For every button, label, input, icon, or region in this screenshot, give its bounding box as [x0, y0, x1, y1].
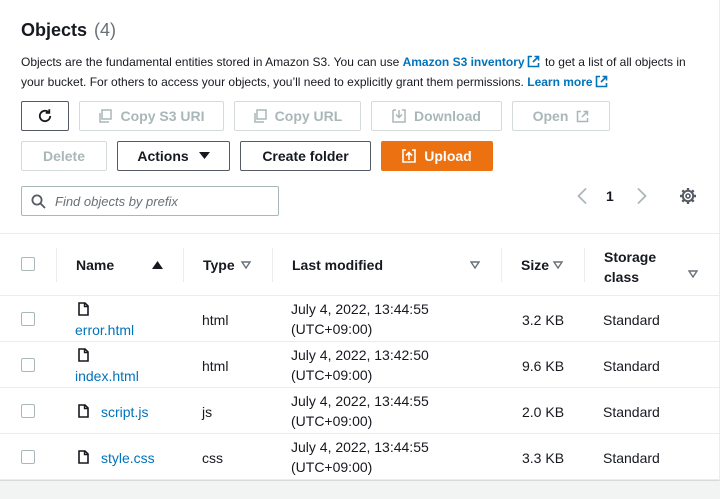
inventory-link[interactable]: Amazon S3 inventory: [403, 55, 525, 69]
search-icon: [31, 194, 46, 209]
object-storage-class: Standard: [603, 404, 660, 420]
object-type: css: [202, 450, 223, 466]
search-input[interactable]: Find objects by prefix: [21, 186, 279, 216]
open-label: Open: [532, 108, 569, 124]
external-link-icon: [577, 110, 589, 122]
header-last-modified[interactable]: Last modified: [292, 257, 383, 273]
object-type: html: [202, 312, 229, 328]
chevron-right-icon[interactable]: [636, 187, 648, 205]
file-icon: [78, 302, 89, 316]
search-placeholder: Find objects by prefix: [55, 193, 178, 209]
copy-icon: [253, 109, 267, 123]
table-row[interactable]: script.js js July 4, 2022, 13:44:55 (UTC+…: [0, 388, 719, 434]
object-last-modified: July 4, 2022, 13:44:55 (UTC+09:00): [291, 439, 429, 475]
description: Objects are the fundamental entities sto…: [21, 52, 711, 92]
table-row[interactable]: error.html html July 4, 2022, 13:44:55 (U…: [0, 296, 719, 342]
objects-panel: Objects (4) Objects are the fundamental …: [0, 0, 720, 481]
object-last-modified: July 4, 2022, 13:44:55 (UTC+09:00): [291, 393, 429, 429]
table-row[interactable]: index.html html July 4, 2022, 13:42:50 (U…: [0, 342, 719, 388]
caret-down-icon: [198, 152, 210, 159]
object-size: 9.6 KB: [522, 358, 565, 374]
copy-url-label: Copy URL: [274, 108, 343, 124]
object-name-link[interactable]: error.html: [75, 322, 134, 338]
object-type: js: [202, 404, 213, 420]
header-type[interactable]: Type: [203, 257, 235, 273]
sort-icon[interactable]: [688, 270, 698, 278]
refresh-button[interactable]: [21, 101, 69, 131]
learn-more-link[interactable]: Learn more: [527, 75, 592, 89]
refresh-icon: [38, 109, 52, 123]
copy-s3-uri-button[interactable]: Copy S3 URI: [79, 101, 224, 131]
file-icon: [78, 404, 89, 418]
external-link-icon[interactable]: [595, 75, 608, 88]
header-storage-line2: class: [604, 269, 640, 285]
object-count: (4): [94, 20, 117, 40]
table-header: Name Type Last modified Size Storage clas…: [0, 233, 719, 296]
actions-label: Actions: [137, 148, 189, 164]
file-icon: [78, 450, 89, 464]
object-storage-class: Standard: [603, 358, 660, 374]
create-folder-button[interactable]: Create folder: [240, 141, 371, 171]
object-size: 3.3 KB: [522, 450, 565, 466]
object-size: 2.0 KB: [522, 404, 565, 420]
object-last-modified: July 4, 2022, 13:44:55 (UTC+09:00): [291, 301, 429, 337]
object-name-link[interactable]: style.css: [101, 450, 155, 466]
table-row[interactable]: style.css css July 4, 2022, 13:44:55 (UTC…: [0, 434, 719, 480]
download-label: Download: [414, 108, 481, 124]
row-checkbox[interactable]: [21, 450, 35, 464]
upload-icon: [402, 149, 417, 163]
copy-url-button[interactable]: Copy URL: [234, 101, 361, 131]
header-name[interactable]: Name: [76, 257, 114, 273]
download-button[interactable]: Download: [371, 101, 502, 131]
sort-icon[interactable]: [241, 261, 251, 269]
actions-button[interactable]: Actions: [117, 141, 230, 171]
desc-text-1: Objects are the fundamental entities sto…: [21, 55, 403, 69]
open-button[interactable]: Open: [512, 101, 610, 131]
create-folder-label: Create folder: [262, 148, 349, 164]
sort-icon[interactable]: [470, 261, 480, 269]
row-checkbox[interactable]: [21, 404, 35, 418]
object-storage-class: Standard: [603, 312, 660, 328]
delete-button[interactable]: Delete: [21, 141, 107, 171]
title-text: Objects: [21, 20, 88, 40]
header-storage-class[interactable]: Storage class: [604, 247, 656, 287]
copy-icon: [99, 109, 113, 123]
objects-table: Name Type Last modified Size Storage clas…: [0, 233, 719, 480]
object-storage-class: Standard: [603, 450, 660, 466]
file-icon: [78, 348, 89, 362]
row-checkbox[interactable]: [21, 358, 35, 372]
sort-ascending-icon[interactable]: [152, 261, 163, 269]
object-size: 3.2 KB: [522, 312, 565, 328]
upload-button[interactable]: Upload: [381, 141, 493, 171]
row-checkbox[interactable]: [21, 312, 35, 326]
object-type: html: [202, 358, 229, 374]
download-icon: [392, 109, 406, 123]
select-all-checkbox[interactable]: [21, 257, 35, 271]
object-last-modified: July 4, 2022, 13:42:50 (UTC+09:00): [291, 347, 429, 383]
page-number[interactable]: 1: [606, 188, 614, 204]
gear-icon[interactable]: [679, 187, 697, 205]
external-link-icon[interactable]: [527, 55, 540, 68]
delete-label: Delete: [42, 148, 86, 164]
header-storage-line1: Storage: [604, 249, 657, 265]
copy-s3-uri-label: Copy S3 URI: [120, 108, 205, 124]
upload-label: Upload: [424, 148, 472, 164]
object-name-link[interactable]: index.html: [75, 368, 139, 384]
header-size[interactable]: Size: [521, 257, 549, 273]
chevron-left-icon[interactable]: [576, 187, 588, 205]
object-name-link[interactable]: script.js: [101, 404, 148, 420]
sort-icon[interactable]: [553, 261, 563, 269]
page-title: Objects (4): [21, 20, 116, 41]
